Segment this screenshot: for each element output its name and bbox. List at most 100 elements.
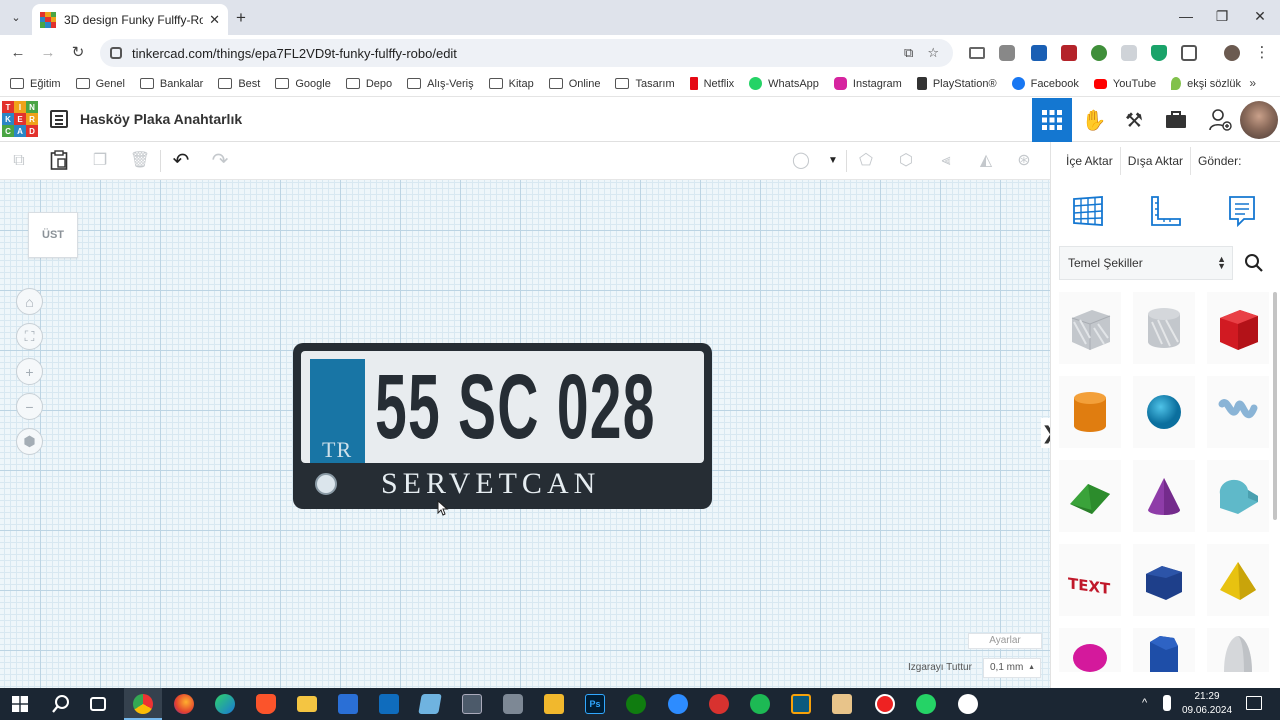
user-avatar[interactable] xyxy=(1240,101,1278,139)
bookmark-item[interactable]: YouTube xyxy=(1093,78,1156,90)
shape-text[interactable]: TEXT xyxy=(1059,544,1121,616)
extension-red-icon[interactable] xyxy=(1061,45,1077,61)
shape-box-hole[interactable] xyxy=(1059,292,1121,364)
bookmark-item[interactable]: Eğitim xyxy=(10,78,61,90)
bookmark-item[interactable]: Instagram xyxy=(833,77,902,90)
codeblocks-pickaxe-icon[interactable]: ⚒ xyxy=(1114,98,1154,142)
browser-menu-icon[interactable]: ⋮ xyxy=(1252,43,1272,63)
shape-cone[interactable] xyxy=(1133,460,1195,532)
task-view-icon[interactable] xyxy=(90,697,106,711)
close-window-icon[interactable]: ✕ xyxy=(1250,8,1270,25)
bookmark-item[interactable]: Depo xyxy=(345,78,392,90)
photoshop-icon[interactable]: Ps xyxy=(585,694,605,714)
ungroup-icon[interactable]: ⬡ xyxy=(895,150,917,172)
workplane-icon[interactable] xyxy=(1071,194,1105,228)
tray-chevron-icon[interactable]: ^ xyxy=(1142,697,1147,709)
bookmark-item[interactable]: ekşi sözlük xyxy=(1171,77,1241,90)
import-button[interactable]: İçe Aktar xyxy=(1059,147,1121,175)
shape-polygon[interactable] xyxy=(1133,544,1195,616)
microphone-icon[interactable] xyxy=(1163,695,1171,711)
xbox-icon[interactable] xyxy=(626,694,646,714)
bookmark-item[interactable]: Bankalar xyxy=(139,78,203,90)
extensions-puzzle-icon[interactable] xyxy=(1181,45,1197,61)
new-tab-icon[interactable]: + xyxy=(236,8,246,28)
bookmark-item[interactable]: Netflix xyxy=(689,77,734,90)
notification-icon[interactable] xyxy=(1246,696,1262,710)
home-view-icon[interactable]: ⌂ xyxy=(16,288,43,315)
panel-scrollbar[interactable] xyxy=(1273,292,1277,520)
taskbar-clock[interactable]: 21:29 09.06.2024 xyxy=(1180,690,1234,718)
shape-sphere[interactable] xyxy=(1133,376,1195,448)
zoom-in-icon[interactable]: + xyxy=(16,358,43,385)
design-title[interactable]: Hasköy Plaka Anahtarlık xyxy=(80,111,242,127)
sticky-notes-icon[interactable] xyxy=(544,694,564,714)
extension-green-icon[interactable] xyxy=(1091,45,1107,61)
site-info-icon[interactable] xyxy=(110,47,122,59)
app-image-icon[interactable] xyxy=(832,694,852,714)
paste-icon[interactable] xyxy=(48,150,70,172)
add-user-icon[interactable] xyxy=(1200,98,1240,142)
camera-extension-icon[interactable] xyxy=(999,45,1015,61)
shape-box[interactable] xyxy=(1207,292,1269,364)
view-cube[interactable]: ÜST xyxy=(28,212,78,258)
duplicate-icon[interactable]: ❐ xyxy=(89,150,111,172)
tab-active[interactable]: 3D design Funky Fulffy-Robo - ✕ xyxy=(32,4,228,35)
whatsapp-taskbar-icon[interactable] xyxy=(916,694,936,714)
ruler-icon[interactable] xyxy=(1149,194,1183,228)
bookmark-star-icon[interactable]: ☆ xyxy=(927,45,939,61)
forward-icon[interactable]: → xyxy=(38,43,58,63)
bookmark-item[interactable]: PlayStation® xyxy=(916,77,997,90)
group-icon[interactable]: ⬠ xyxy=(855,150,877,172)
shape-scribble[interactable] xyxy=(1207,376,1269,448)
shape-round-roof[interactable] xyxy=(1207,460,1269,532)
shape-pyramid[interactable] xyxy=(1207,544,1269,616)
shape-paraboloid[interactable] xyxy=(1207,628,1269,672)
shape-cylinder[interactable] xyxy=(1059,376,1121,448)
shape-search-icon[interactable] xyxy=(1235,246,1273,280)
mail-extension-icon[interactable] xyxy=(969,47,985,59)
app-panda-icon[interactable] xyxy=(958,694,978,714)
snap-grid-select[interactable]: 0,1 mm ▲ xyxy=(983,658,1041,678)
tab-search-icon[interactable]: ⌄ xyxy=(6,7,26,27)
bookmark-item[interactable]: Kitap xyxy=(488,78,534,90)
chrome-icon[interactable] xyxy=(133,694,153,714)
cruise-icon[interactable]: ⊛ xyxy=(1013,150,1035,172)
app-notes-icon[interactable] xyxy=(418,694,442,714)
maximize-icon[interactable]: ❐ xyxy=(1212,8,1232,25)
windows-start-icon[interactable] xyxy=(12,696,28,712)
brave-icon[interactable] xyxy=(256,694,276,714)
minimize-icon[interactable]: — xyxy=(1176,8,1196,24)
notes-lightbulb-icon[interactable]: ◯ xyxy=(790,150,812,172)
profile-icon[interactable] xyxy=(1224,45,1240,61)
more-bookmarks-icon[interactable]: » xyxy=(1249,76,1256,90)
fit-view-icon[interactable]: ⛶ xyxy=(16,323,43,350)
search-taskbar-icon[interactable] xyxy=(51,694,71,714)
circuits-hand-icon[interactable]: ✋ xyxy=(1074,98,1114,142)
bookmark-item[interactable]: WhatsApp xyxy=(749,77,819,90)
tinkercad-logo[interactable]: TIN KER CAD xyxy=(2,101,38,137)
redo-icon[interactable]: ↷ xyxy=(209,150,231,172)
lightbulb-dropdown-icon[interactable]: ▼ xyxy=(822,150,844,172)
mirror-icon[interactable]: ◭ xyxy=(975,150,997,172)
outlook-icon[interactable] xyxy=(379,694,399,714)
3d-view-grid-icon[interactable] xyxy=(1032,98,1072,142)
url-text[interactable]: tinkercad.com/things/epa7FL2VD9t-funky-f… xyxy=(132,46,904,61)
firefox-icon[interactable] xyxy=(174,694,194,714)
bookmark-item[interactable]: Tasarım xyxy=(615,78,675,90)
zoom-icon[interactable] xyxy=(668,694,688,714)
notes-icon[interactable] xyxy=(1225,194,1259,228)
shape-hexagon[interactable] xyxy=(1133,628,1195,672)
extension-gray-icon[interactable] xyxy=(1121,45,1137,61)
bookmark-item[interactable]: Online xyxy=(548,78,600,90)
shield-extension-icon[interactable] xyxy=(1151,45,1167,61)
app-red-icon[interactable] xyxy=(709,694,729,714)
calculator-icon[interactable] xyxy=(462,694,482,714)
settings-button[interactable]: Ayarlar xyxy=(968,633,1042,649)
camera-icon[interactable] xyxy=(503,694,523,714)
bookmark-item[interactable]: Genel xyxy=(75,78,125,90)
tab-close-icon[interactable]: ✕ xyxy=(209,12,220,28)
copy-icon[interactable]: ⧉ xyxy=(8,150,30,172)
bookmark-item[interactable]: Google xyxy=(275,78,331,90)
delete-icon[interactable]: 🗑 xyxy=(129,150,151,172)
store-icon[interactable] xyxy=(338,694,358,714)
